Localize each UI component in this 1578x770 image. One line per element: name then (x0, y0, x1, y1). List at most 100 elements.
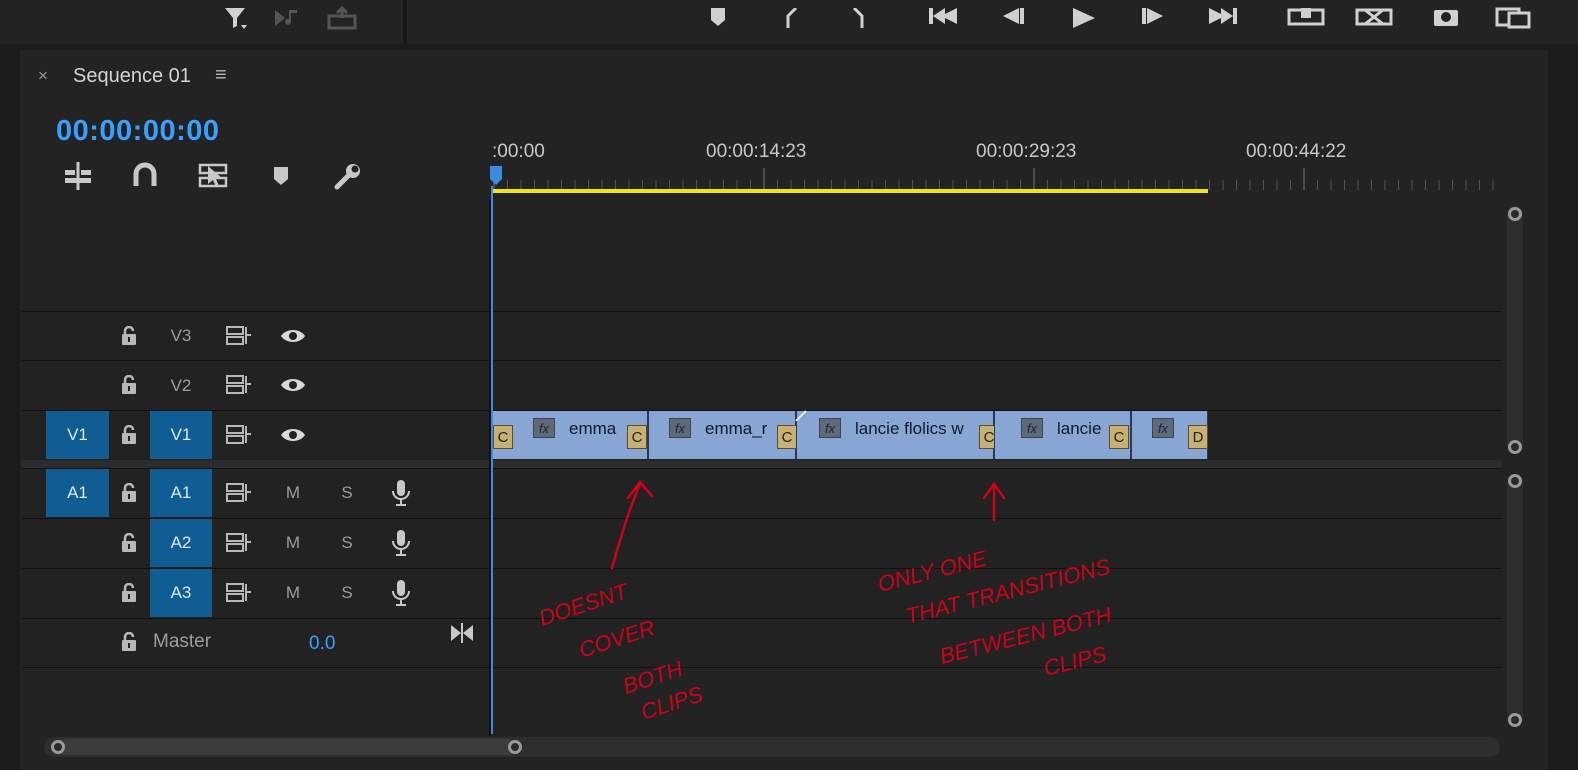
source-patch-v1[interactable]: V1 (46, 411, 109, 459)
ruler-label: :00:00 (492, 141, 545, 162)
playhead-line[interactable] (491, 186, 493, 734)
step-back-icon[interactable] (996, 4, 1026, 32)
eye-icon[interactable] (276, 371, 310, 399)
fx-badge-icon[interactable]: fx (1021, 418, 1043, 438)
transition-marker[interactable]: D (1188, 425, 1208, 449)
playhead-handle[interactable] (489, 166, 503, 186)
zoom-scroll-thumb[interactable] (56, 739, 516, 755)
track-name-a1[interactable]: A1 (150, 469, 212, 517)
insert-icon[interactable] (1286, 4, 1326, 32)
fx-badge-icon[interactable]: fx (533, 418, 555, 438)
mute-button[interactable]: M (278, 579, 308, 607)
sync-lock-icon[interactable] (222, 479, 256, 507)
playhead-timecode[interactable]: 00:00:00:00 (56, 115, 220, 148)
track-name-a3[interactable]: A3 (150, 569, 212, 617)
transition-marker[interactable]: C (493, 425, 513, 449)
time-ruler[interactable] (492, 168, 1502, 190)
panel-menu-icon[interactable]: ≡ (215, 64, 227, 87)
add-button-icon[interactable] (1494, 4, 1534, 32)
work-area-bar[interactable] (492, 189, 1208, 193)
in-point-icon[interactable] (780, 4, 804, 32)
solo-button[interactable]: S (332, 579, 362, 607)
mute-button[interactable]: M (278, 529, 308, 557)
transition-marker[interactable]: C (627, 425, 647, 449)
lock-icon[interactable] (114, 371, 144, 399)
video-vertical-scrollbar[interactable] (1507, 206, 1523, 454)
solo-button[interactable]: S (332, 479, 362, 507)
go-to-out-icon[interactable] (1204, 4, 1240, 32)
snap-magnet-icon[interactable] (129, 160, 161, 192)
insert-audio-icon[interactable] (272, 4, 304, 32)
scrollbar-handle[interactable] (1508, 207, 1522, 221)
lock-icon[interactable] (114, 479, 144, 507)
filter-icon[interactable] (220, 4, 250, 32)
ruler-label: 00:00:14:23 (706, 141, 807, 162)
lock-icon[interactable] (114, 421, 144, 449)
zoom-handle-left[interactable] (51, 740, 65, 754)
sync-lock-icon[interactable] (222, 579, 256, 607)
overwrite-icon[interactable] (1354, 4, 1394, 32)
scrollbar-handle[interactable] (1508, 440, 1522, 454)
go-to-edit-point-icon[interactable] (448, 620, 476, 646)
timeline-clip[interactable]: fx emma_r C (648, 411, 797, 459)
timeline-clip[interactable]: fx D (1131, 411, 1208, 459)
eye-icon[interactable] (276, 322, 310, 350)
fx-badge-icon[interactable]: fx (669, 418, 691, 438)
fx-badge-icon[interactable]: fx (819, 418, 841, 438)
transition-marker[interactable]: C (1109, 425, 1129, 449)
track-name-v3[interactable]: V3 (150, 312, 212, 360)
scrollbar-handle[interactable] (1508, 474, 1522, 488)
microphone-icon[interactable] (386, 578, 416, 608)
master-track-label: Master (153, 631, 212, 652)
audio-vertical-scrollbar[interactable] (1507, 474, 1523, 726)
track-row-master (22, 618, 1502, 668)
timeline-clip[interactable]: fx lancie flolics w C (796, 411, 999, 459)
solo-button[interactable]: S (332, 529, 362, 557)
lock-icon[interactable] (114, 322, 144, 350)
insert-edit-icon[interactable] (62, 160, 94, 192)
scrollbar-handle[interactable] (1508, 713, 1522, 727)
ruler-label: 00:00:29:23 (976, 141, 1077, 162)
step-forward-icon[interactable] (1140, 4, 1170, 32)
clip-label: lancie flolics w (855, 419, 964, 438)
lock-icon[interactable] (114, 579, 144, 607)
transition-marker[interactable]: C (777, 425, 797, 449)
microphone-icon[interactable] (386, 528, 416, 558)
clip-label: emma (569, 419, 617, 438)
track-name-v1[interactable]: V1 (150, 411, 212, 459)
track-name-a2[interactable]: A2 (150, 519, 212, 567)
play-icon[interactable] (1068, 4, 1098, 32)
marker-icon[interactable] (706, 4, 730, 32)
track-name-v2[interactable]: V2 (150, 361, 212, 410)
mute-button[interactable]: M (278, 479, 308, 507)
video-audio-divider[interactable] (22, 460, 1502, 468)
lock-icon[interactable] (114, 628, 144, 656)
sequence-tab-title[interactable]: Sequence 01 (73, 65, 191, 88)
eye-icon[interactable] (276, 421, 310, 449)
fx-badge-icon[interactable]: fx (1152, 418, 1174, 438)
ruler-label: 00:00:44:22 (1246, 141, 1347, 162)
master-volume-value[interactable]: 0.0 (309, 633, 335, 655)
microphone-icon[interactable] (386, 478, 416, 508)
go-to-in-icon[interactable] (926, 4, 962, 32)
export-frame-icon[interactable] (326, 4, 358, 32)
clip-label: lancie (1057, 419, 1102, 438)
timeline-clip[interactable]: C fx emma C (492, 411, 648, 459)
zoom-handle-right[interactable] (508, 740, 522, 754)
timeline-clip[interactable]: fx lancie C (994, 411, 1131, 459)
sync-lock-icon[interactable] (222, 529, 256, 557)
sync-lock-icon[interactable] (222, 371, 256, 399)
add-marker-icon[interactable] (265, 160, 297, 192)
camera-icon[interactable] (1430, 4, 1462, 32)
clip-label: emma_r (705, 419, 768, 438)
sync-lock-icon[interactable] (222, 421, 256, 449)
sync-lock-icon[interactable] (222, 322, 256, 350)
settings-wrench-icon[interactable] (332, 160, 364, 192)
source-patch-a1[interactable]: A1 (46, 469, 109, 517)
close-tab-button[interactable]: × (38, 66, 48, 86)
linked-selection-icon[interactable] (197, 160, 229, 192)
lock-icon[interactable] (114, 529, 144, 557)
program-monitor-toolbar (0, 0, 1578, 44)
toolbar-divider (403, 0, 407, 44)
out-point-icon[interactable] (846, 4, 870, 32)
